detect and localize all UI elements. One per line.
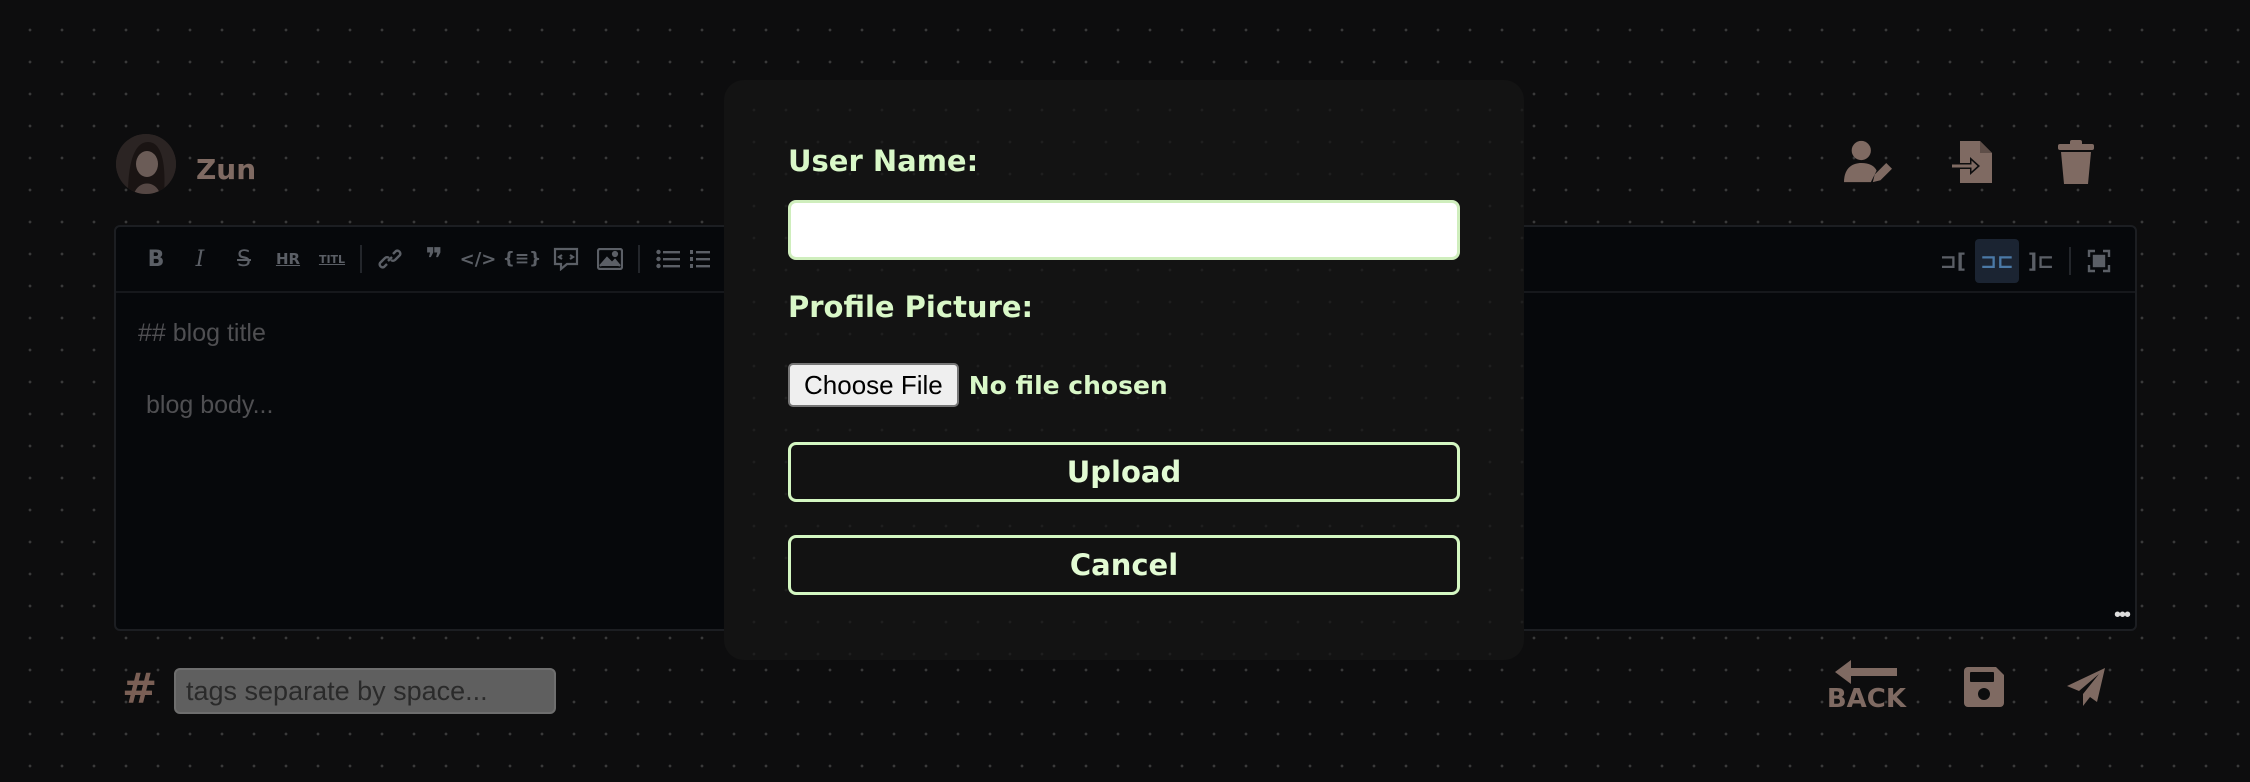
no-file-text: No file chosen (968, 370, 1168, 400)
unordered-list-icon[interactable] (646, 237, 690, 281)
bottom-actions: BACK (1827, 660, 2110, 714)
back-button[interactable]: BACK (1827, 660, 1906, 714)
title-placeholder[interactable]: ## blog title (138, 319, 266, 348)
file-picker: Choose File No file chosen (788, 363, 1168, 407)
user-header: Zun (116, 134, 256, 194)
title-icon[interactable]: TITL (310, 237, 354, 281)
toolbar-divider (360, 245, 362, 273)
profile-picture-label: Profile Picture: (788, 290, 1034, 324)
toolbar-right: ⊐[ ⊐⊏ ]⊏ (1931, 239, 2121, 283)
toolbar-divider (2069, 247, 2071, 275)
hash-icon: # (122, 664, 158, 713)
split-mode-icon[interactable]: ⊐⊏ (1975, 239, 2019, 283)
horizontal-rule-icon[interactable]: HR (266, 237, 310, 281)
tags-input[interactable]: tags separate by space... (174, 668, 556, 714)
trash-icon[interactable] (2052, 138, 2100, 186)
resize-handle-icon[interactable]: ••• (2114, 604, 2131, 627)
bold-icon[interactable]: B (134, 237, 178, 281)
publish-send-icon[interactable] (2062, 663, 2110, 711)
cancel-button[interactable]: Cancel (788, 535, 1460, 595)
username-input[interactable] (788, 200, 1460, 260)
choose-file-button[interactable]: Choose File (788, 363, 959, 407)
upload-button[interactable]: Upload (788, 442, 1460, 502)
back-label: BACK (1826, 684, 1906, 714)
toolbar-divider (638, 245, 640, 273)
username-label: User Name: (788, 144, 979, 178)
code-block-icon[interactable]: {≡} (500, 237, 544, 281)
body-placeholder[interactable]: blog body... (146, 391, 273, 420)
code-icon[interactable]: </> (456, 237, 500, 281)
save-icon[interactable] (1960, 663, 2008, 711)
back-arrow-icon (1835, 660, 1898, 684)
link-icon[interactable] (368, 237, 412, 281)
import-file-icon[interactable] (1948, 138, 1996, 186)
edit-mode-icon[interactable]: ⊐[ (1931, 239, 1975, 283)
strikethrough-icon[interactable]: S (222, 237, 266, 281)
comment-icon[interactable] (544, 237, 588, 281)
edit-profile-icon[interactable] (1844, 138, 1892, 186)
quote-icon[interactable]: ❞ (412, 237, 456, 281)
user-name: Zun (196, 152, 257, 186)
italic-icon[interactable]: I (178, 237, 222, 281)
avatar[interactable] (116, 134, 176, 194)
fullscreen-icon[interactable] (2077, 239, 2121, 283)
top-actions (1844, 138, 2100, 186)
profile-modal: User Name: Profile Picture: Choose File … (724, 80, 1524, 660)
preview-mode-icon[interactable]: ]⊏ (2019, 239, 2063, 283)
image-icon[interactable] (588, 237, 632, 281)
